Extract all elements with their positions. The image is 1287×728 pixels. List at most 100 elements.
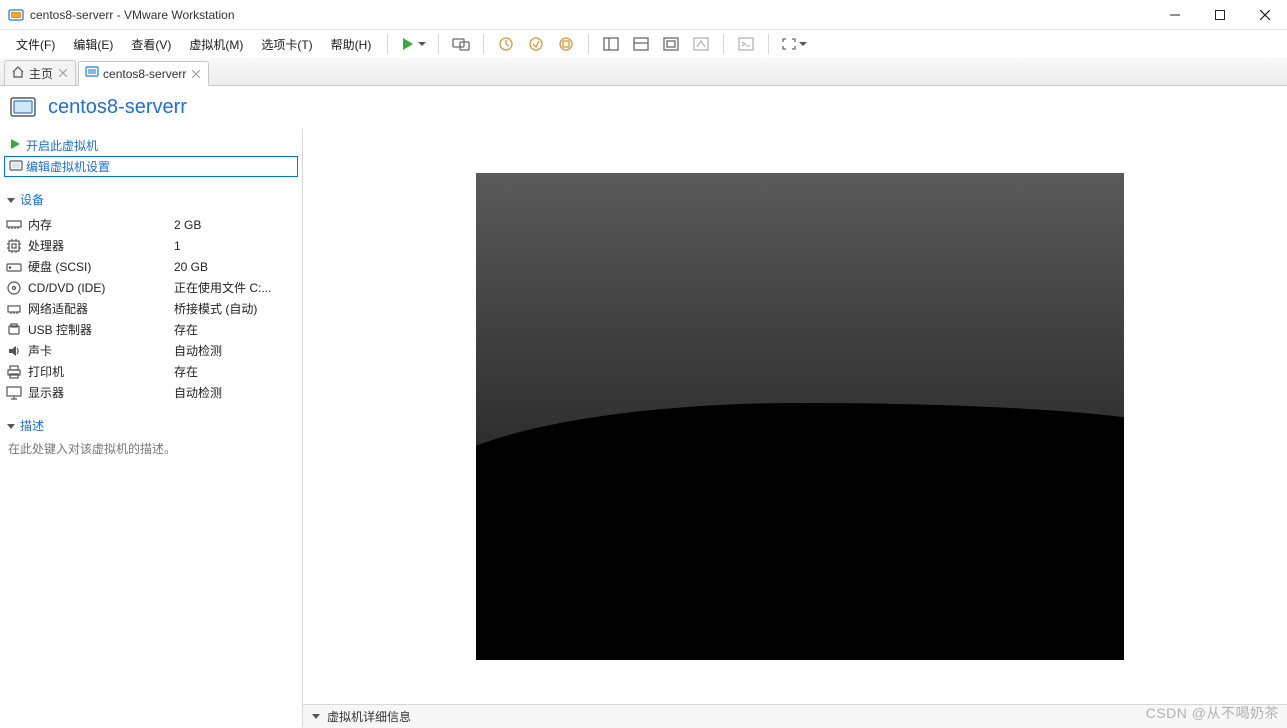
tab-home[interactable]: 主页 [4, 60, 76, 85]
device-row[interactable]: 声卡自动检测 [4, 340, 298, 361]
vm-header: centos8-serverr [0, 86, 1287, 129]
tab-vm-label: centos8-serverr [103, 67, 186, 81]
edit-settings-label: 编辑虚拟机设置 [26, 158, 110, 175]
view-console-button[interactable] [597, 32, 625, 56]
device-value: 1 [174, 239, 296, 253]
device-label: 网络适配器 [28, 300, 174, 317]
menu-vm[interactable]: 虚拟机(M) [181, 33, 251, 56]
device-row[interactable]: USB 控制器存在 [4, 319, 298, 340]
display-icon [6, 385, 22, 401]
watermark: CSDN @从不喝奶茶 [1146, 703, 1279, 723]
view-single-button[interactable] [627, 32, 655, 56]
minimize-button[interactable] [1152, 0, 1197, 30]
home-icon [11, 65, 25, 82]
devices-section-label: 设备 [20, 191, 44, 208]
menu-file[interactable]: 文件(F) [8, 33, 63, 56]
device-row[interactable]: 处理器1 [4, 235, 298, 256]
device-list: 内存2 GB处理器1硬盘 (SCSI)20 GBCD/DVD (IDE)正在使用… [4, 214, 298, 403]
separator [588, 34, 589, 54]
view-thumbnail-button[interactable] [657, 32, 685, 56]
device-label: 打印机 [28, 363, 174, 380]
sidebar: 开启此虚拟机 编辑虚拟机设置 设备 内存2 GB处理器1硬盘 (SCSI)20 … [0, 129, 303, 727]
usb-icon [6, 322, 22, 338]
snapshot-take-button[interactable] [492, 32, 520, 56]
separator [768, 34, 769, 54]
maximize-button[interactable] [1197, 0, 1242, 30]
close-icon[interactable] [57, 67, 69, 79]
device-value: 正在使用文件 C:... [174, 279, 296, 296]
unity-button[interactable] [687, 32, 715, 56]
menubar: 文件(F) 编辑(E) 查看(V) 虚拟机(M) 选项卡(T) 帮助(H) [0, 30, 1287, 58]
device-label: 内存 [28, 216, 174, 233]
vm-icon [8, 93, 38, 123]
separator [438, 34, 439, 54]
memory-icon [6, 217, 22, 233]
chevron-down-icon [799, 40, 807, 48]
sound-icon [6, 343, 22, 359]
console-view-button[interactable] [732, 32, 760, 56]
close-button[interactable] [1242, 0, 1287, 30]
vm-title: centos8-serverr [48, 96, 187, 119]
vm-console-preview[interactable] [476, 173, 1124, 660]
device-label: 声卡 [28, 342, 174, 359]
device-value: 2 GB [174, 218, 296, 232]
device-value: 存在 [174, 363, 296, 380]
printer-icon [6, 364, 22, 380]
device-row[interactable]: 显示器自动检测 [4, 382, 298, 403]
vm-details-label: 虚拟机详细信息 [327, 708, 411, 725]
description-section-label: 描述 [20, 417, 44, 434]
snapshot-manager-button[interactable] [552, 32, 580, 56]
device-value: 20 GB [174, 260, 296, 274]
close-icon[interactable] [190, 68, 202, 80]
toolbar [396, 32, 811, 56]
snapshot-revert-button[interactable] [522, 32, 550, 56]
device-row[interactable]: 硬盘 (SCSI)20 GB [4, 256, 298, 277]
device-row[interactable]: CD/DVD (IDE)正在使用文件 C:... [4, 277, 298, 298]
description-section-header[interactable]: 描述 [6, 417, 298, 434]
fullscreen-button[interactable] [777, 32, 811, 56]
menu-view[interactable]: 查看(V) [123, 33, 179, 56]
tab-home-label: 主页 [29, 65, 53, 82]
window-controls [1152, 0, 1287, 30]
device-value: 桥接模式 (自动) [174, 300, 296, 317]
window-title: centos8-serverr - VMware Workstation [30, 8, 1152, 22]
chevron-down-icon [6, 195, 16, 205]
device-label: 硬盘 (SCSI) [28, 258, 174, 275]
chevron-down-icon [311, 710, 321, 724]
device-label: 处理器 [28, 237, 174, 254]
device-row[interactable]: 打印机存在 [4, 361, 298, 382]
device-row[interactable]: 内存2 GB [4, 214, 298, 235]
vm-details-bar[interactable]: 虚拟机详细信息 [303, 704, 1287, 728]
devices-section-header[interactable]: 设备 [6, 191, 298, 208]
separator [483, 34, 484, 54]
power-on-link[interactable]: 开启此虚拟机 [4, 135, 298, 156]
edit-settings-link[interactable]: 编辑虚拟机设置 [4, 156, 298, 177]
content-area: 虚拟机详细信息 [303, 129, 1287, 727]
separator [387, 34, 388, 54]
menu-edit[interactable]: 编辑(E) [65, 33, 121, 56]
separator [723, 34, 724, 54]
nic-icon [6, 301, 22, 317]
play-icon [8, 137, 22, 154]
device-value: 存在 [174, 321, 296, 338]
settings-icon [9, 159, 23, 176]
device-value: 自动检测 [174, 342, 296, 359]
tab-vm[interactable]: centos8-serverr [78, 61, 209, 86]
cd-icon [6, 280, 22, 296]
device-label: USB 控制器 [28, 321, 174, 338]
menu-help[interactable]: 帮助(H) [323, 33, 380, 56]
chevron-down-icon [418, 40, 426, 48]
device-label: CD/DVD (IDE) [28, 281, 174, 295]
power-on-label: 开启此虚拟机 [26, 137, 98, 154]
chevron-down-icon [6, 421, 16, 431]
send-ctrl-alt-del-button[interactable] [447, 32, 475, 56]
cpu-icon [6, 238, 22, 254]
device-value: 自动检测 [174, 384, 296, 401]
titlebar: centos8-serverr - VMware Workstation [0, 0, 1287, 30]
vmware-app-icon [8, 7, 24, 23]
tabbar: 主页 centos8-serverr [0, 58, 1287, 86]
power-on-button[interactable] [396, 32, 430, 56]
device-row[interactable]: 网络适配器桥接模式 (自动) [4, 298, 298, 319]
description-input[interactable]: 在此处键入对该虚拟机的描述。 [4, 440, 298, 457]
menu-tabs[interactable]: 选项卡(T) [253, 33, 320, 56]
